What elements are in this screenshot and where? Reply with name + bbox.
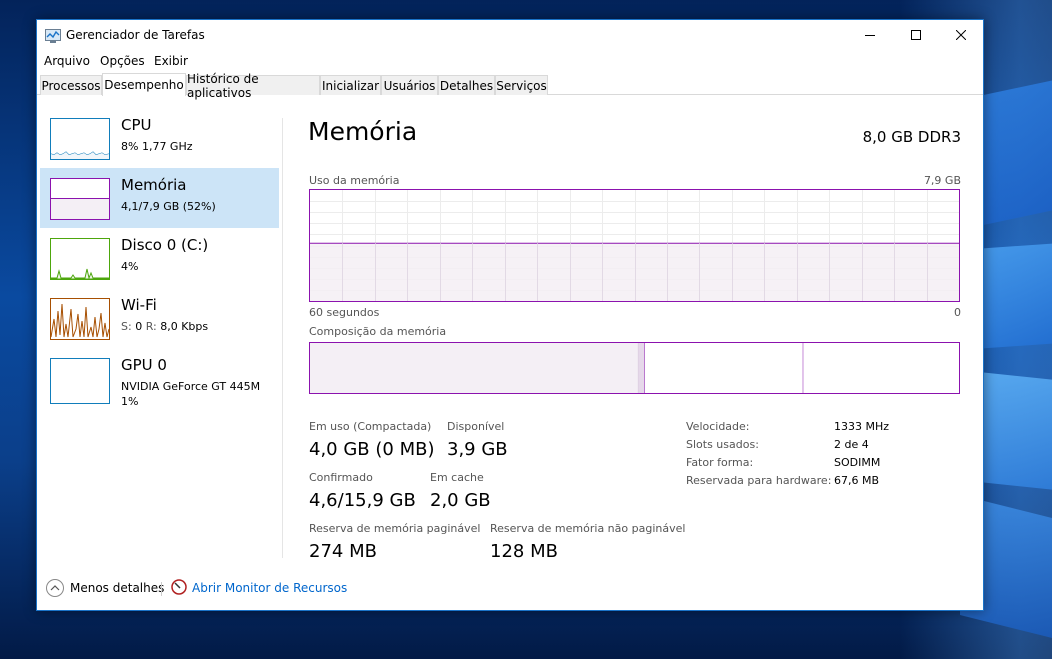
maximize-button[interactable] bbox=[893, 20, 939, 50]
sidebar-item-label: CPU bbox=[121, 116, 152, 134]
composition-standby[interactable] bbox=[644, 343, 804, 393]
chevron-up-icon[interactable] bbox=[45, 578, 65, 598]
cpu-mini-graph bbox=[50, 151, 110, 159]
wifi-receive-value: 8,0 Kbps bbox=[160, 320, 209, 333]
sidebar-item-gpu[interactable]: GPU 0 NVIDIA GeForce GT 445M 1% bbox=[40, 348, 279, 414]
committed-label: Confirmado bbox=[309, 471, 373, 484]
menu-arquivo[interactable]: Arquivo bbox=[44, 54, 90, 68]
sidebar-item-sub: NVIDIA GeForce GT 445M 1% bbox=[121, 379, 260, 409]
slots-value: 2 de 4 bbox=[834, 438, 869, 451]
disk-thumbnail bbox=[50, 238, 110, 280]
menu-exibir[interactable]: Exibir bbox=[154, 54, 188, 68]
sidebar-item-label: Memória bbox=[121, 176, 187, 194]
menu-opcoes[interactable]: Opções bbox=[100, 54, 145, 68]
paged-pool-value: 274 MB bbox=[309, 541, 377, 562]
composition-free[interactable] bbox=[803, 343, 959, 393]
memory-usage-graph bbox=[310, 190, 959, 301]
available-label: Disponível bbox=[447, 420, 505, 433]
nonpaged-pool-value: 128 MB bbox=[490, 541, 558, 562]
form-factor-value: SODIMM bbox=[834, 456, 881, 469]
composition-in-use[interactable] bbox=[310, 343, 639, 393]
slots-key: Slots usados: bbox=[686, 438, 759, 451]
tab-processos[interactable]: Processos bbox=[40, 75, 102, 95]
resource-monitor-icon bbox=[171, 579, 187, 595]
sidebar-item-disk[interactable]: Disco 0 (C:) 4% bbox=[40, 228, 279, 288]
menu-bar: Arquivo Opções Exibir bbox=[37, 50, 983, 72]
tab-detalhes[interactable]: Detalhes bbox=[438, 75, 495, 95]
minimize-icon bbox=[865, 35, 875, 36]
sidebar-item-sub: 4,1/7,9 GB (52%) bbox=[121, 200, 216, 213]
memory-panel: Memória 8,0 GB DDR3 Uso da memória 7,9 G… bbox=[283, 95, 983, 565]
hardware-reserved-value: 67,6 MB bbox=[834, 474, 880, 487]
fewer-details-button[interactable]: Menos detalhes bbox=[70, 581, 164, 595]
wifi-send-value: 0 bbox=[135, 320, 143, 333]
tab-inicializar[interactable]: Inicializar bbox=[320, 75, 381, 95]
memory-mini-fill bbox=[51, 198, 109, 219]
time-axis-start: 60 segundos bbox=[309, 306, 380, 319]
wifi-thumbnail bbox=[50, 298, 110, 340]
cpu-thumbnail bbox=[50, 118, 110, 160]
tab-usuarios[interactable]: Usuários bbox=[381, 75, 438, 95]
sidebar-item-label: GPU 0 bbox=[121, 356, 167, 374]
open-resource-monitor-link[interactable]: Abrir Monitor de Recursos bbox=[192, 581, 347, 595]
performance-sidebar: CPU 8% 1,77 GHz Memória 4,1/7,9 GB (52%)… bbox=[37, 100, 282, 565]
memory-composition-graph bbox=[310, 343, 959, 393]
time-axis-end: 0 bbox=[954, 306, 961, 319]
cached-label: Em cache bbox=[430, 471, 484, 484]
window-title: Gerenciador de Tarefas bbox=[66, 28, 205, 42]
title-bar[interactable]: Gerenciador de Tarefas bbox=[37, 20, 983, 50]
in-use-value: 4,0 GB (0 MB) bbox=[309, 439, 435, 460]
sidebar-item-cpu[interactable]: CPU 8% 1,77 GHz bbox=[40, 108, 279, 168]
paged-pool-label: Reserva de memória paginável bbox=[309, 522, 481, 535]
memory-composition-chart bbox=[309, 342, 960, 394]
hardware-reserved-key: Reservada para hardware: bbox=[686, 474, 832, 487]
committed-value: 4,6/15,9 GB bbox=[309, 490, 416, 511]
usage-chart-label: Uso da memória bbox=[309, 174, 400, 187]
speed-value: 1333 MHz bbox=[834, 420, 890, 433]
speed-key: Velocidade: bbox=[686, 420, 750, 433]
task-manager-window: Gerenciador de Tarefas Arquivo Opções Ex… bbox=[36, 19, 984, 611]
gpu-model: NVIDIA GeForce GT 445M bbox=[121, 380, 261, 393]
sidebar-item-sub: 4% bbox=[121, 260, 139, 273]
footer-separator bbox=[161, 582, 162, 596]
sidebar-item-sub: 8% 1,77 GHz bbox=[121, 140, 193, 153]
composition-chart-label: Composição da memória bbox=[309, 325, 447, 338]
sidebar-item-wifi[interactable]: Wi-Fi S: 0 R: 8,0 Kbps bbox=[40, 288, 279, 348]
maximize-icon bbox=[911, 30, 921, 40]
available-value: 3,9 GB bbox=[447, 439, 508, 460]
gpu-thumbnail bbox=[50, 358, 110, 404]
memory-spec: 8,0 GB DDR3 bbox=[862, 128, 961, 146]
wifi-receive-label: R: bbox=[145, 320, 157, 333]
tab-historico-aplicativos[interactable]: Histórico de aplicativos bbox=[186, 72, 320, 100]
minimize-button[interactable] bbox=[847, 20, 893, 50]
page-title: Memória bbox=[308, 117, 418, 146]
tab-desempenho[interactable]: Desempenho bbox=[102, 73, 186, 96]
close-icon bbox=[956, 30, 966, 40]
close-button[interactable] bbox=[938, 20, 984, 50]
memory-thumbnail bbox=[50, 178, 110, 220]
tab-servicos[interactable]: Serviços bbox=[495, 75, 548, 95]
cached-value: 2,0 GB bbox=[430, 490, 491, 511]
memory-usage-chart bbox=[309, 189, 960, 302]
sidebar-item-sub: S: 0 R: 8,0 Kbps bbox=[121, 319, 208, 334]
in-use-label: Em uso (Compactada) bbox=[309, 420, 432, 433]
form-factor-key: Fator forma: bbox=[686, 456, 754, 469]
sidebar-item-label: Wi-Fi bbox=[121, 296, 157, 314]
composition-modified[interactable] bbox=[638, 343, 645, 393]
wifi-send-label: S: bbox=[121, 320, 132, 333]
footer-bar: Menos detalhes Abrir Monitor de Recursos bbox=[37, 575, 983, 607]
sidebar-item-memory[interactable]: Memória 4,1/7,9 GB (52%) bbox=[40, 168, 279, 228]
tab-strip: Processos Desempenho Histórico de aplica… bbox=[37, 72, 983, 100]
wifi-mini-graph bbox=[50, 303, 110, 338]
gpu-usage: 1% bbox=[121, 395, 139, 408]
usage-chart-max: 7,9 GB bbox=[923, 174, 961, 187]
sidebar-item-label: Disco 0 (C:) bbox=[121, 236, 209, 254]
task-manager-icon bbox=[45, 29, 61, 43]
disk-mini-graph bbox=[50, 268, 110, 280]
nonpaged-pool-label: Reserva de memória não paginável bbox=[490, 522, 686, 535]
